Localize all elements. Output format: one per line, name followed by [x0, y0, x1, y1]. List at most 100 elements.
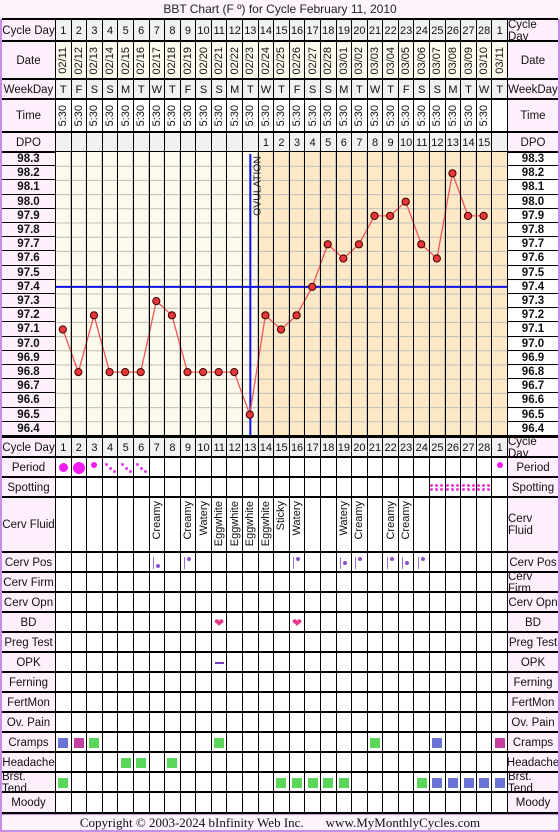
cerv-pos-cell[interactable] — [320, 553, 336, 572]
cramps-cell[interactable] — [118, 733, 133, 752]
cerv-fluid-cell[interactable] — [367, 498, 383, 552]
bd-cell[interactable] — [430, 613, 445, 632]
bd-cell[interactable] — [196, 613, 211, 632]
ferning-cell[interactable] — [211, 673, 227, 692]
cerv-firm-cell[interactable] — [383, 573, 398, 592]
preg-test-cell[interactable] — [118, 633, 133, 652]
brst-tend-cell[interactable] — [133, 773, 149, 792]
ov-pain-cell[interactable] — [289, 713, 305, 732]
bd-cell[interactable] — [118, 613, 133, 632]
cerv-pos-cell[interactable] — [149, 553, 165, 572]
brst-tend-cell[interactable] — [258, 773, 274, 792]
headache-cell[interactable] — [352, 753, 367, 772]
opk-cell[interactable] — [243, 653, 258, 672]
cerv-firm-cell[interactable] — [258, 573, 274, 592]
period-cell[interactable] — [71, 458, 87, 477]
bd-cell[interactable] — [336, 613, 352, 632]
cramps-cell[interactable] — [430, 733, 445, 752]
spotting-cell[interactable] — [383, 478, 398, 497]
bd-cell[interactable] — [320, 613, 336, 632]
opk-cell[interactable] — [196, 653, 211, 672]
ov-pain-cell[interactable] — [305, 713, 320, 732]
cerv-opn-cell[interactable] — [274, 593, 289, 612]
bd-cell[interactable] — [274, 613, 289, 632]
brst-tend-cell[interactable] — [476, 773, 492, 792]
cerv-pos-cell[interactable] — [56, 553, 71, 572]
ferning-cell[interactable] — [352, 673, 367, 692]
headache-cell[interactable] — [430, 753, 445, 772]
spotting-cell[interactable] — [71, 478, 87, 497]
bd-cell[interactable] — [180, 613, 196, 632]
preg-test-cell[interactable] — [149, 633, 165, 652]
bd-cell[interactable] — [445, 613, 461, 632]
preg-test-cell[interactable] — [430, 633, 445, 652]
ov-pain-cell[interactable] — [149, 713, 165, 732]
cramps-cell[interactable] — [211, 733, 227, 752]
fertmon-cell[interactable] — [320, 693, 336, 712]
headache-cell[interactable] — [102, 753, 118, 772]
cramps-cell[interactable] — [414, 733, 430, 752]
headache-cell[interactable] — [211, 753, 227, 772]
ov-pain-cell[interactable] — [274, 713, 289, 732]
cerv-firm-cell[interactable] — [492, 573, 507, 592]
spotting-cell[interactable] — [336, 478, 352, 497]
cerv-opn-cell[interactable] — [320, 593, 336, 612]
ov-pain-cell[interactable] — [56, 713, 71, 732]
cerv-opn-cell[interactable] — [445, 593, 461, 612]
ferning-cell[interactable] — [118, 673, 133, 692]
cerv-opn-cell[interactable] — [305, 593, 320, 612]
cramps-cell[interactable] — [196, 733, 211, 752]
cerv-firm-cell[interactable] — [243, 573, 258, 592]
period-cell[interactable] — [383, 458, 398, 477]
cerv-opn-cell[interactable] — [211, 593, 227, 612]
period-cell[interactable] — [56, 458, 71, 477]
headache-cell[interactable] — [305, 753, 320, 772]
fertmon-cell[interactable] — [102, 693, 118, 712]
brst-tend-cell[interactable] — [274, 773, 289, 792]
headache-cell[interactable] — [398, 753, 414, 772]
headache-cell[interactable] — [336, 753, 352, 772]
cerv-pos-cell[interactable] — [211, 553, 227, 572]
cerv-firm-cell[interactable] — [102, 573, 118, 592]
opk-cell[interactable] — [320, 653, 336, 672]
period-cell[interactable] — [180, 458, 196, 477]
ov-pain-cell[interactable] — [430, 713, 445, 732]
cerv-fluid-cell[interactable] — [461, 498, 476, 552]
cerv-fluid-cell[interactable] — [56, 498, 71, 552]
headache-cell[interactable] — [461, 753, 476, 772]
ov-pain-cell[interactable] — [180, 713, 196, 732]
period-cell[interactable] — [476, 458, 492, 477]
cramps-cell[interactable] — [180, 733, 196, 752]
cerv-firm-cell[interactable] — [445, 573, 461, 592]
cerv-opn-cell[interactable] — [87, 593, 102, 612]
ov-pain-cell[interactable] — [320, 713, 336, 732]
period-cell[interactable] — [211, 458, 227, 477]
cerv-pos-cell[interactable] — [227, 553, 243, 572]
cerv-opn-cell[interactable] — [383, 593, 398, 612]
cerv-firm-cell[interactable] — [352, 573, 367, 592]
spotting-cell[interactable] — [492, 478, 507, 497]
ferning-cell[interactable] — [180, 673, 196, 692]
headache-cell[interactable] — [71, 753, 87, 772]
cerv-firm-cell[interactable] — [87, 573, 102, 592]
cerv-opn-cell[interactable] — [352, 593, 367, 612]
preg-test-cell[interactable] — [102, 633, 118, 652]
fertmon-cell[interactable] — [165, 693, 180, 712]
brst-tend-cell[interactable] — [445, 773, 461, 792]
fertmon-cell[interactable] — [56, 693, 71, 712]
opk-cell[interactable] — [461, 653, 476, 672]
cerv-fluid-cell[interactable]: Creamy — [383, 498, 398, 552]
cerv-opn-cell[interactable] — [430, 593, 445, 612]
cerv-opn-cell[interactable] — [118, 593, 133, 612]
spotting-cell[interactable] — [243, 478, 258, 497]
cerv-fluid-cell[interactable] — [133, 498, 149, 552]
cramps-cell[interactable] — [274, 733, 289, 752]
preg-test-cell[interactable] — [492, 633, 507, 652]
cerv-fluid-cell[interactable] — [118, 498, 133, 552]
spotting-cell[interactable] — [87, 478, 102, 497]
period-cell[interactable] — [227, 458, 243, 477]
opk-cell[interactable] — [87, 653, 102, 672]
opk-cell[interactable] — [149, 653, 165, 672]
cramps-cell[interactable] — [492, 733, 507, 752]
ov-pain-cell[interactable] — [336, 713, 352, 732]
